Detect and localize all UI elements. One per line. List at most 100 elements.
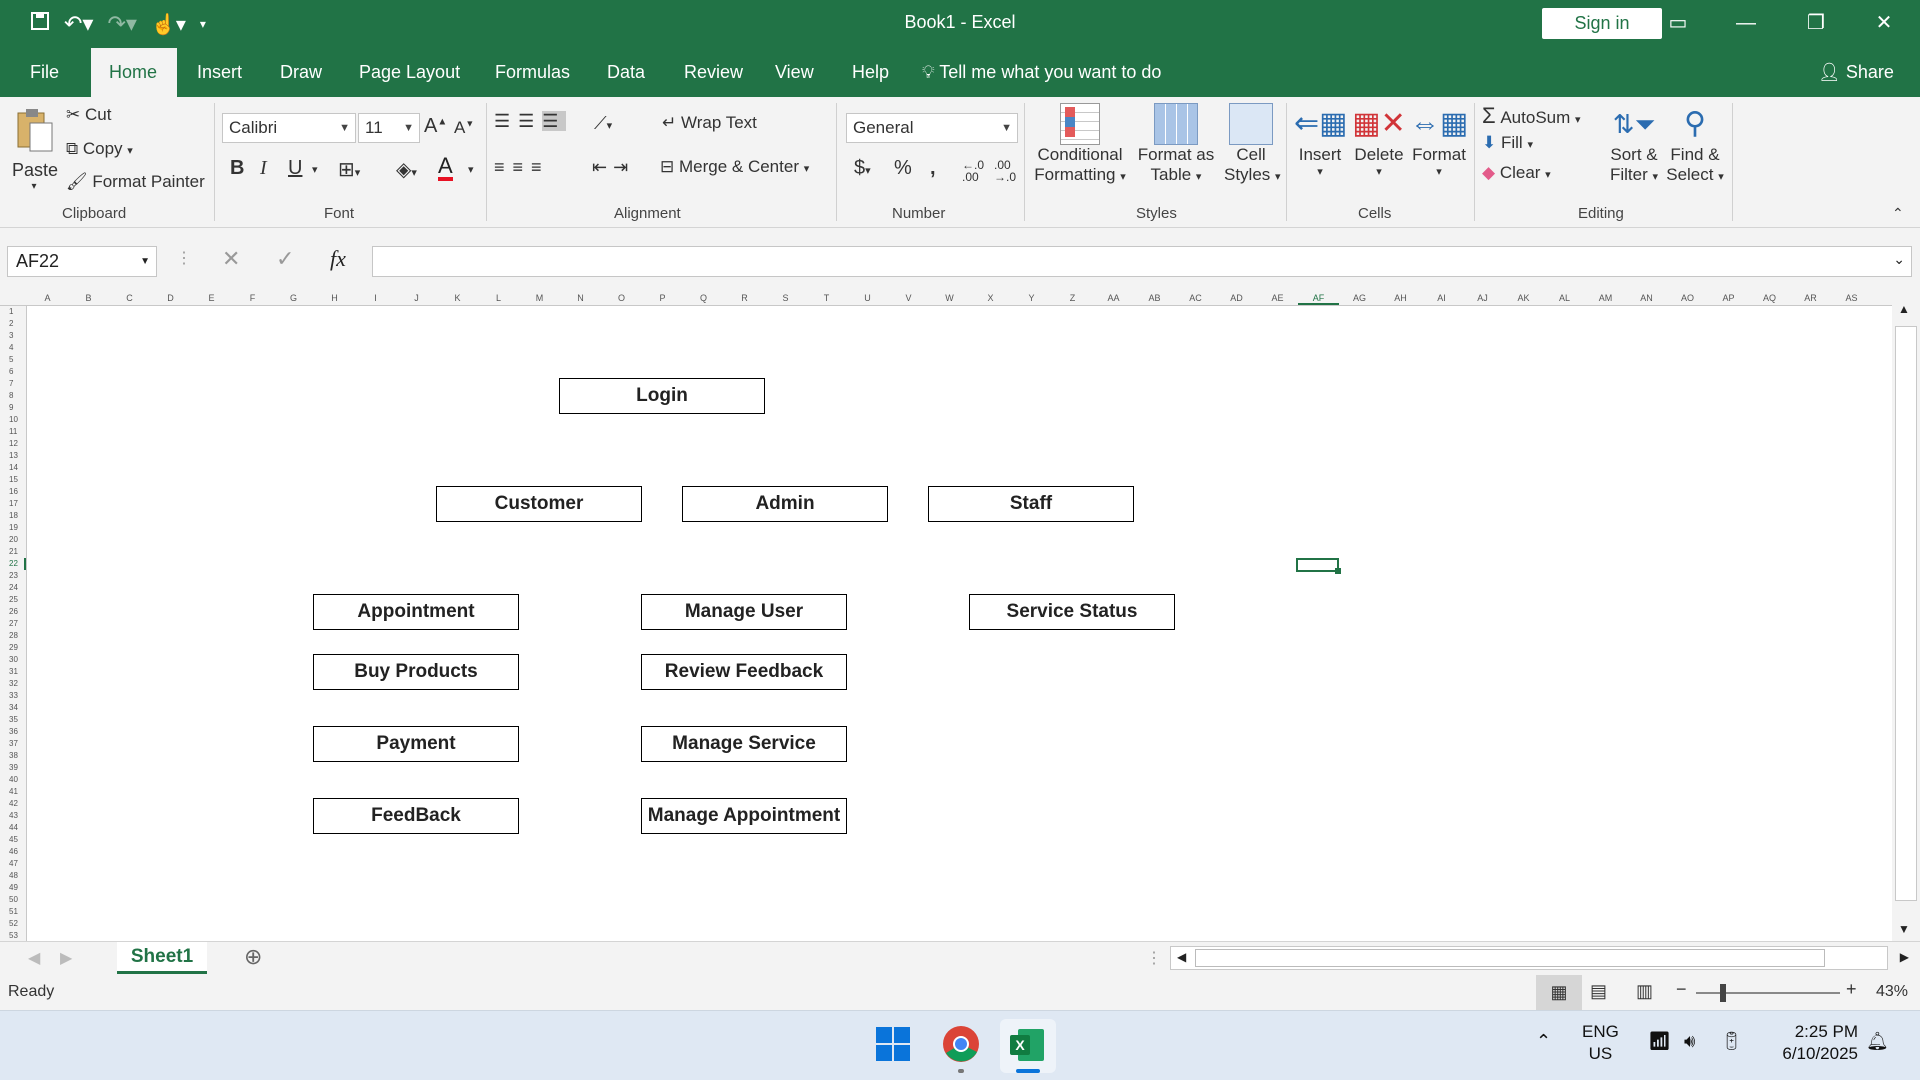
column-header[interactable]: AG (1339, 293, 1380, 303)
wrap-text-button[interactable]: ↵ Wrap Text (662, 113, 757, 133)
underline-button[interactable]: U (288, 157, 302, 180)
column-header[interactable]: AQ (1749, 293, 1790, 303)
row-header[interactable]: 36 (0, 726, 26, 738)
column-header[interactable]: AP (1708, 293, 1749, 303)
row-header[interactable]: 9 (0, 402, 26, 414)
clear-button[interactable]: ◆ Clear ▾ (1482, 163, 1551, 183)
row-header[interactable]: 32 (0, 678, 26, 690)
column-header[interactable]: AE (1257, 293, 1298, 303)
column-header[interactable]: K (437, 293, 478, 303)
row-header[interactable]: 27 (0, 618, 26, 630)
manage-service-box[interactable]: Manage Service (641, 726, 847, 762)
formula-input[interactable]: ⌄ (372, 246, 1912, 277)
login-box[interactable]: Login (559, 378, 765, 414)
column-header[interactable]: T (806, 293, 847, 303)
column-header[interactable]: AC (1175, 293, 1216, 303)
column-header[interactable]: O (601, 293, 642, 303)
row-header[interactable]: 46 (0, 846, 26, 858)
tab-insert[interactable]: Insert (179, 48, 260, 97)
input-language[interactable]: ENG US (1582, 1021, 1619, 1065)
tab-view[interactable]: View (757, 48, 832, 97)
column-header[interactable]: Z (1052, 293, 1093, 303)
column-header[interactable]: H (314, 293, 355, 303)
expand-formula-icon[interactable]: ⌄ (1893, 251, 1905, 268)
row-header[interactable]: 21 (0, 546, 26, 558)
collapse-ribbon-icon[interactable]: ⌃ (1892, 205, 1904, 222)
paste-button[interactable]: Paste ▾ (12, 107, 58, 192)
row-header[interactable]: 38 (0, 750, 26, 762)
column-header[interactable]: A (27, 293, 68, 303)
italic-button[interactable]: I (260, 157, 267, 180)
column-header[interactable]: B (68, 293, 109, 303)
column-header[interactable]: AJ (1462, 293, 1503, 303)
insert-function-icon[interactable]: fx (330, 246, 346, 272)
tab-formulas[interactable]: Formulas (477, 48, 588, 97)
close-icon[interactable]: ✕ (1856, 0, 1912, 48)
find-select-button[interactable]: ⚲ Find & Select ▾ (1666, 103, 1724, 185)
horizontal-scrollbar[interactable]: ◀ ▶ (1170, 946, 1909, 970)
indent-icons[interactable]: ⇤⇥ (592, 157, 634, 178)
row-header[interactable]: 35 (0, 714, 26, 726)
column-header[interactable]: M (519, 293, 560, 303)
fill-button[interactable]: ⬇ Fill ▾ (1482, 133, 1533, 153)
volume-icon[interactable]: 🔊︎ (1684, 1031, 1695, 1052)
row-header[interactable]: 25 (0, 594, 26, 606)
zoom-out-icon[interactable]: − (1676, 979, 1687, 1000)
vertical-scrollbar[interactable]: ▲ ▼ (1892, 292, 1920, 941)
column-header[interactable]: J (396, 293, 437, 303)
row-header[interactable]: 20 (0, 534, 26, 546)
row-header[interactable]: 18 (0, 510, 26, 522)
row-header[interactable]: 26 (0, 606, 26, 618)
split-handle-icon[interactable]: ⋮ (1146, 948, 1162, 968)
sheet-tab-sheet1[interactable]: Sheet1 (117, 942, 207, 974)
staff-box[interactable]: Staff (928, 486, 1134, 522)
row-header[interactable]: 44 (0, 822, 26, 834)
row-header[interactable]: 42 (0, 798, 26, 810)
admin-box[interactable]: Admin (682, 486, 888, 522)
row-header[interactable]: 22 (0, 558, 26, 570)
zoom-slider[interactable] (1696, 992, 1840, 994)
cancel-icon[interactable]: ✕ (222, 246, 240, 272)
tell-me-search[interactable]: 💡︎ Tell me what you want to do (904, 48, 1179, 97)
column-header[interactable]: AM (1585, 293, 1626, 303)
battery-icon[interactable]: 🔋︎ (1720, 1031, 1743, 1052)
row-header[interactable]: 1 (0, 306, 26, 318)
row-header[interactable]: 14 (0, 462, 26, 474)
column-header[interactable]: AD (1216, 293, 1257, 303)
vertical-align-icons[interactable]: ☰☰☰ (494, 111, 567, 132)
next-sheet-icon[interactable]: ▶ (60, 948, 72, 968)
horizontal-align-icons[interactable]: ≡≡≡ (494, 157, 550, 178)
clock[interactable]: 2:25 PM 6/10/2025 (1768, 1021, 1858, 1065)
column-header[interactable]: V (888, 293, 929, 303)
name-box[interactable]: AF22 ▼ (7, 246, 157, 277)
row-header[interactable]: 10 (0, 414, 26, 426)
page-layout-view-icon[interactable]: ▤ (1590, 981, 1607, 1002)
service-status-box[interactable]: Service Status (969, 594, 1175, 630)
orientation-icon[interactable]: ⟋▾ (594, 113, 612, 134)
number-format-select[interactable]: General ▼ (846, 113, 1018, 143)
conditional-formatting-button[interactable]: Conditional Formatting ▾ (1034, 103, 1126, 185)
row-header[interactable]: 15 (0, 474, 26, 486)
vertical-scroll-thumb[interactable] (1895, 326, 1917, 901)
row-header[interactable]: 37 (0, 738, 26, 750)
normal-view-icon[interactable]: ▦ (1536, 975, 1582, 1010)
cell-styles-button[interactable]: Cell Styles ▾ (1224, 103, 1281, 185)
row-header[interactable]: 51 (0, 906, 26, 918)
row-header[interactable]: 8 (0, 390, 26, 402)
column-header[interactable]: L (478, 293, 519, 303)
cut-button[interactable]: ✂ Cut (66, 105, 111, 125)
column-header[interactable]: AN (1626, 293, 1667, 303)
column-header[interactable]: AB (1134, 293, 1175, 303)
column-header[interactable]: C (109, 293, 150, 303)
row-header[interactable]: 2 (0, 318, 26, 330)
format-cells-button[interactable]: ⇔▦ Format ▾ (1410, 103, 1468, 178)
column-header[interactable]: AR (1790, 293, 1831, 303)
column-header[interactable]: E (191, 293, 232, 303)
autosum-button[interactable]: Σ AutoSum ▾ (1482, 103, 1581, 129)
font-color-icon[interactable]: A (438, 155, 453, 181)
row-header[interactable]: 11 (0, 426, 26, 438)
column-header[interactable]: AO (1667, 293, 1708, 303)
delete-cells-button[interactable]: ▦✕ Delete ▾ (1352, 103, 1406, 178)
column-header[interactable]: U (847, 293, 888, 303)
row-header[interactable]: 28 (0, 630, 26, 642)
